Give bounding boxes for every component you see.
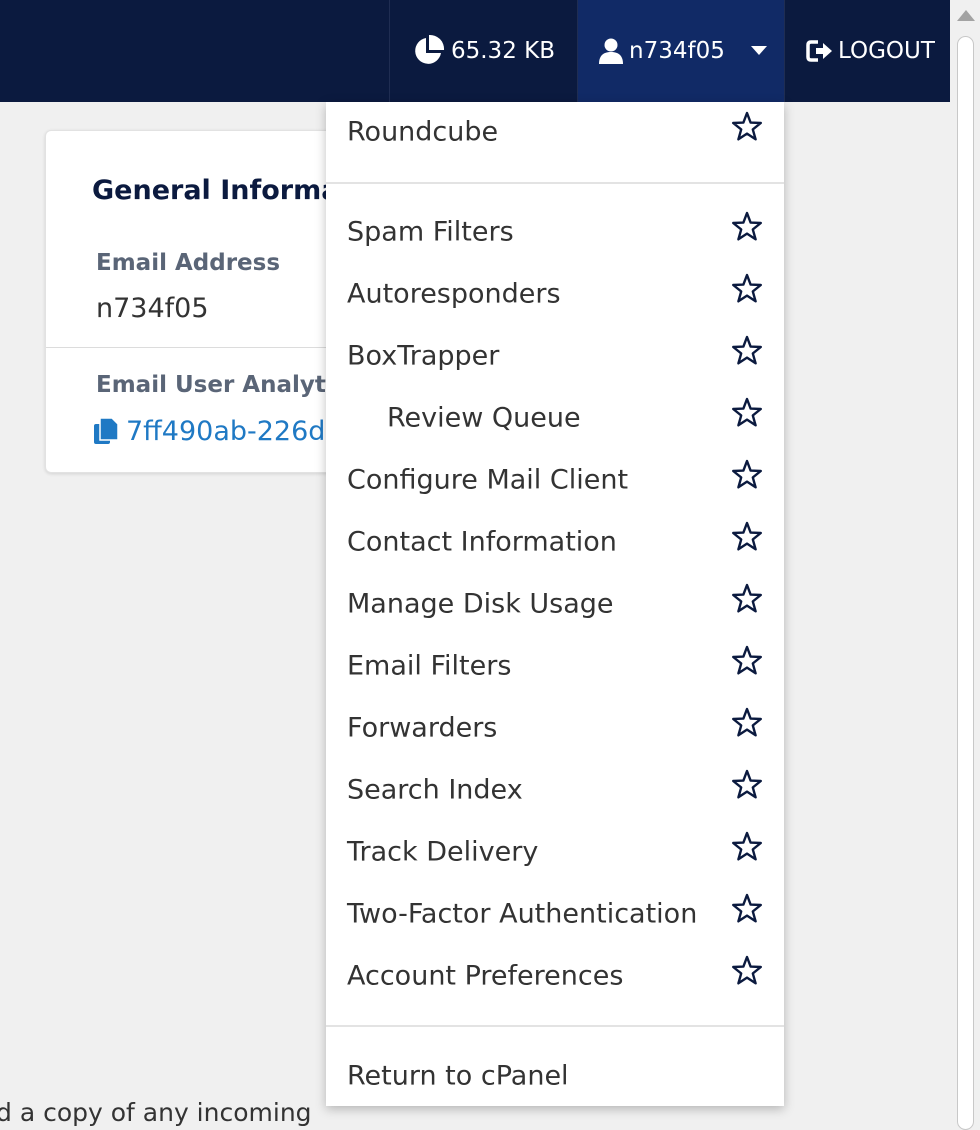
menu-item-two-factor-authentication[interactable]: Two-Factor Authentication xyxy=(326,886,784,942)
menu-divider xyxy=(326,182,784,184)
menu-item-label: BoxTrapper xyxy=(347,340,500,372)
menu-item-track-delivery[interactable]: Track Delivery xyxy=(326,824,784,880)
menu-item-forwarders[interactable]: Forwarders xyxy=(326,700,784,756)
menu-item-contact-information[interactable]: Contact Information xyxy=(326,514,784,570)
copy-icon xyxy=(94,417,118,446)
menu-divider xyxy=(326,1025,784,1027)
star-outline-icon[interactable] xyxy=(731,769,763,804)
menu-item-label: Review Queue xyxy=(387,402,581,434)
menu-item-label: Contact Information xyxy=(347,526,617,558)
star-outline-icon[interactable] xyxy=(731,645,763,680)
menu-item-label: Return to cPanel xyxy=(347,1060,569,1092)
star-outline-icon[interactable] xyxy=(731,831,763,866)
logout-icon xyxy=(806,39,834,63)
scroll-thumb[interactable] xyxy=(957,36,974,1130)
user-menu-toggle[interactable]: n734f05 xyxy=(577,0,785,102)
menu-item-account-preferences[interactable]: Account Preferences xyxy=(326,948,784,1004)
menu-item-email-filters[interactable]: Email Filters xyxy=(326,638,784,694)
menu-item-label: Spam Filters xyxy=(347,216,514,248)
star-outline-icon[interactable] xyxy=(731,111,763,146)
menu-item-label: Search Index xyxy=(347,774,523,806)
menu-item-review-queue[interactable]: Review Queue xyxy=(326,390,784,446)
star-outline-icon[interactable] xyxy=(731,707,763,742)
menu-item-label: Roundcube xyxy=(347,116,499,148)
star-outline-icon[interactable] xyxy=(731,273,763,308)
menu-item-autoresponders[interactable]: Autoresponders xyxy=(326,266,784,322)
email-address-label: Email Address xyxy=(96,250,281,276)
menu-item-label: Account Preferences xyxy=(347,960,624,992)
menu-item-search-index[interactable]: Search Index xyxy=(326,762,784,818)
star-outline-icon[interactable] xyxy=(731,583,763,618)
disk-usage-value: 65.32 KB xyxy=(450,38,556,64)
star-outline-icon[interactable] xyxy=(731,459,763,494)
page-body-text: d a copy of any incoming xyxy=(0,1098,312,1127)
logout-label: LOGOUT xyxy=(838,38,935,64)
menu-item-label: Manage Disk Usage xyxy=(347,588,614,620)
logout-button[interactable]: LOGOUT xyxy=(806,0,950,102)
menu-item-label: Email Filters xyxy=(347,650,512,682)
menu-item-spam-filters[interactable]: Spam Filters xyxy=(326,204,784,260)
menu-item-manage-disk-usage[interactable]: Manage Disk Usage xyxy=(326,576,784,632)
caret-down-icon xyxy=(750,46,767,56)
top-navbar: 65.32 KB n734f05 LOGOUT xyxy=(0,0,950,102)
menu-item-return-to-cpanel[interactable]: Return to cPanel xyxy=(326,1048,784,1104)
page-scrollbar[interactable] xyxy=(950,0,980,1130)
email-address-value: n734f05 xyxy=(96,293,209,324)
analytics-id-value: 7ff490ab-226d- xyxy=(126,416,336,447)
menu-item-configure-mail-client[interactable]: Configure Mail Client xyxy=(326,452,784,508)
menu-item-label: Forwarders xyxy=(347,712,498,744)
scroll-up-arrow[interactable] xyxy=(957,10,975,21)
menu-item-roundcube[interactable]: Roundcube xyxy=(326,104,784,160)
disk-usage-indicator[interactable]: 65.32 KB xyxy=(389,0,576,102)
copy-analytics-id-link[interactable]: 7ff490ab-226d- xyxy=(94,416,335,447)
star-outline-icon[interactable] xyxy=(731,521,763,556)
pie-chart-icon xyxy=(411,34,445,68)
star-outline-icon[interactable] xyxy=(731,955,763,990)
star-outline-icon[interactable] xyxy=(731,335,763,370)
menu-item-label: Track Delivery xyxy=(347,836,539,868)
menu-item-label: Two-Factor Authentication xyxy=(347,898,698,930)
menu-item-boxtrapper[interactable]: BoxTrapper xyxy=(326,328,784,384)
star-outline-icon[interactable] xyxy=(731,893,763,928)
user-dropdown-menu: Roundcube Spam Filters Autoresponders BoxTr… xyxy=(326,102,784,1106)
star-outline-icon[interactable] xyxy=(731,211,763,246)
username-label: n734f05 xyxy=(629,38,725,64)
menu-item-label: Autoresponders xyxy=(347,278,561,310)
star-outline-icon[interactable] xyxy=(731,397,763,432)
user-icon xyxy=(599,38,623,64)
menu-item-label: Configure Mail Client xyxy=(347,464,629,496)
